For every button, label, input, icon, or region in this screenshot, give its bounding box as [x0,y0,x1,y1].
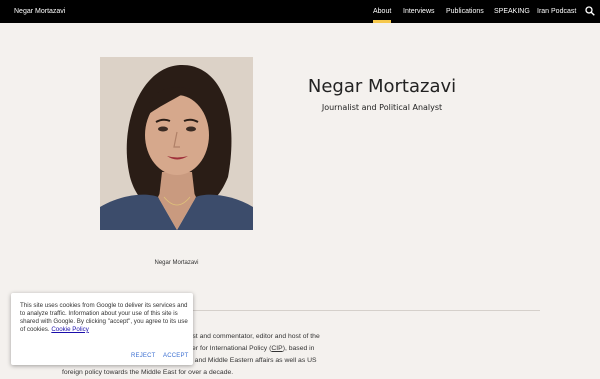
nav-about[interactable]: About [373,7,392,23]
photo-caption: Negar Mortazavi [154,260,199,266]
nav-iran-podcast[interactable]: Iran Podcast [537,7,576,16]
cookie-message: This site uses cookies from Google to de… [20,302,188,333]
bio-line-2-end: ), based in [282,345,315,352]
nav-speaking[interactable]: SPEAKING [494,7,530,16]
top-navigation-bar: Negar Mortazavi About Interviews Publica… [0,0,600,23]
cookie-banner-text: This site uses cookies from Google to de… [20,302,190,334]
bio-line-4: foreign policy towards the Middle East f… [62,369,234,376]
profile-photo [100,57,253,230]
site-title[interactable]: Negar Mortazavi [14,7,65,16]
cip-link[interactable]: CIP [271,345,282,352]
cookie-banner: This site uses cookies from Google to de… [11,293,193,365]
search-icon[interactable] [585,6,595,16]
cookie-policy-link[interactable]: Cookie Policy [51,326,89,333]
nav-publications[interactable]: Publications [446,7,484,16]
reject-button[interactable]: REJECT [131,352,156,360]
nav-interviews[interactable]: Interviews [403,7,435,16]
page-subtitle: Journalist and Political Analyst [321,103,443,112]
page-title: Negar Mortazavi [307,76,457,97]
accept-button[interactable]: ACCEPT [163,352,189,360]
